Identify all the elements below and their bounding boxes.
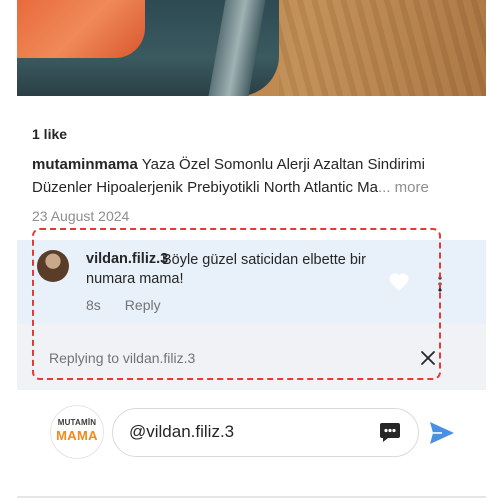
post-date: 23 August 2024 — [32, 208, 130, 224]
caption-more-link[interactable]: ... more — [378, 179, 429, 196]
highlight-annotation — [32, 228, 441, 380]
wood-texture — [279, 0, 486, 96]
post-image[interactable] — [17, 0, 486, 96]
send-icon[interactable] — [428, 420, 456, 446]
caption-username[interactable]: mutaminmama — [32, 156, 138, 173]
brand-logo-top: MUTAMİN — [57, 418, 97, 427]
comment-input-value[interactable]: @vildan.filiz.3 — [129, 422, 234, 442]
brand-logo-bottom: MAMA — [56, 428, 98, 443]
bottom-divider — [17, 496, 486, 498]
post-caption: mutaminmama Yaza Özel Somonlu Alerji Aza… — [32, 153, 482, 199]
like-count[interactable]: 1 like — [32, 126, 67, 142]
gif-sticker-icon[interactable] — [378, 420, 402, 444]
salmon-graphic — [17, 0, 145, 58]
